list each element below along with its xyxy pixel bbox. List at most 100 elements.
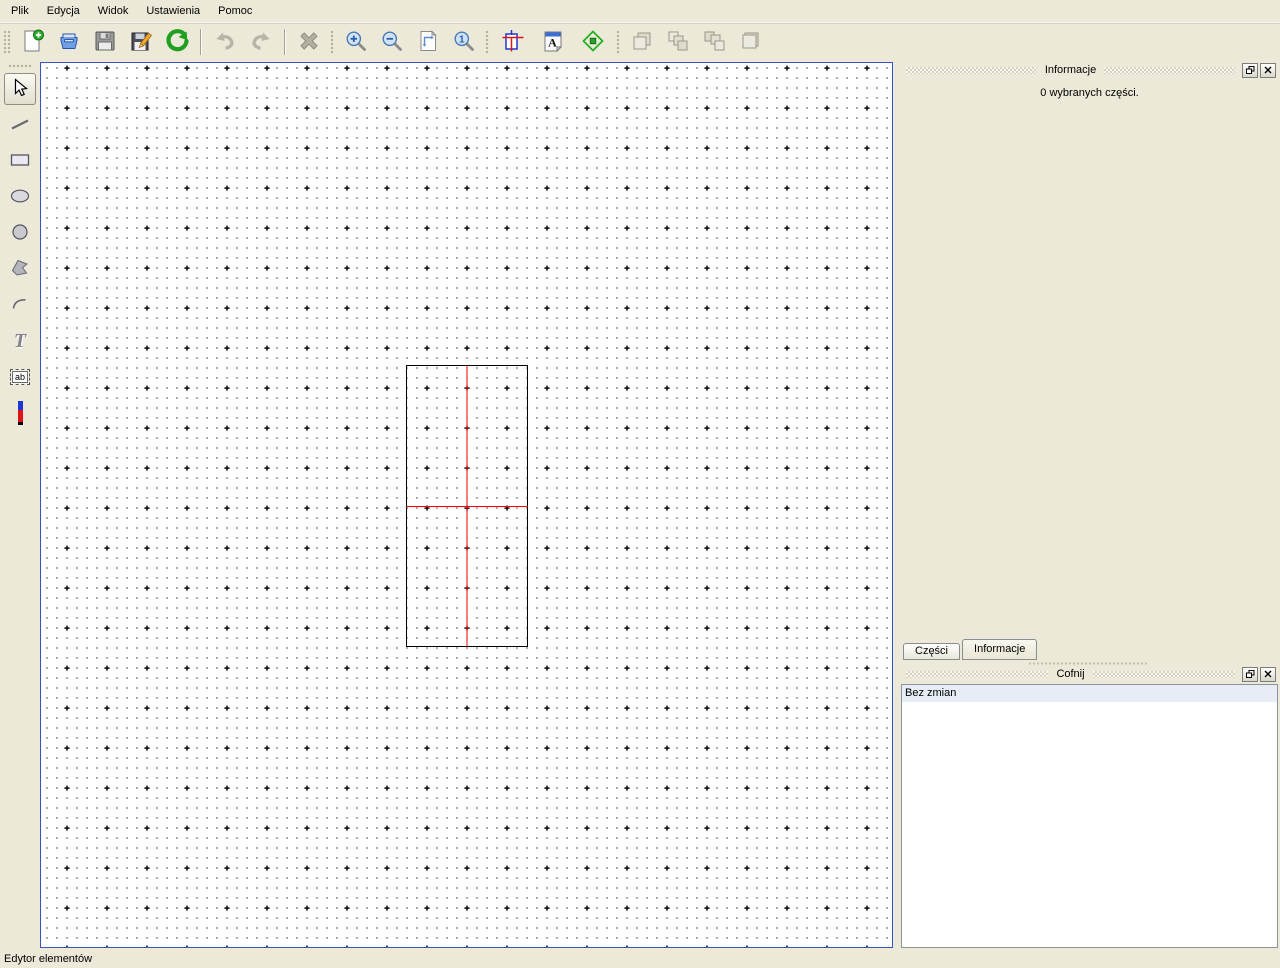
dock-handle-texture <box>906 671 1048 678</box>
tool-palette: T ab <box>3 62 37 433</box>
tab-czesci[interactable]: Części <box>903 643 960 660</box>
undo-list-item[interactable]: Bez zmian <box>902 685 1277 702</box>
float-icon <box>1246 670 1255 679</box>
zoom-reset-button[interactable]: 1 <box>448 26 480 58</box>
save-as-button[interactable] <box>125 26 157 58</box>
zoom-1-icon: 1 <box>452 29 476 56</box>
terminal-icon <box>18 401 23 425</box>
undo-icon <box>213 29 237 56</box>
reload-button[interactable] <box>161 26 193 58</box>
tool-arc[interactable] <box>4 289 36 321</box>
palette-grip[interactable] <box>8 64 32 69</box>
toolbar-grip[interactable] <box>330 30 334 54</box>
dock-tabbar: Części Informacje <box>903 638 1039 660</box>
raise-icon <box>630 29 654 56</box>
save-button[interactable] <box>89 26 121 58</box>
names-icon: A <box>541 29 565 56</box>
edit-dimensions-button[interactable] <box>497 26 529 58</box>
toolbar-grip[interactable] <box>3 30 11 54</box>
send-back-button <box>734 26 766 58</box>
undo-button <box>209 26 241 58</box>
hotspot-icon <box>581 29 605 56</box>
tool-terminal[interactable] <box>4 397 36 429</box>
undo-dock-title: Cofnij <box>1053 668 1087 680</box>
menu-pomoc[interactable]: Pomoc <box>209 2 261 20</box>
info-dock-title: Informacje <box>1042 64 1099 76</box>
zoom-in-button[interactable] <box>340 26 372 58</box>
tool-select[interactable] <box>4 73 36 105</box>
redo-icon <box>249 29 273 56</box>
tool-polygon[interactable] <box>4 253 36 285</box>
tool-ellipse[interactable] <box>4 181 36 213</box>
tool-circle[interactable] <box>4 217 36 249</box>
float-icon <box>1246 66 1255 75</box>
right-dock: Informacje 0 wybranych części. Części In… <box>901 62 1278 950</box>
undo-history-list[interactable]: Bez zmian <box>901 684 1278 948</box>
menu-plik[interactable]: Plik <box>2 2 38 20</box>
redo-button <box>245 26 277 58</box>
canvas-grid <box>41 63 892 947</box>
text-field-icon: ab <box>10 369 30 385</box>
reload-icon <box>165 29 189 56</box>
save-as-icon <box>129 29 153 56</box>
dock-handle-texture <box>1104 67 1235 74</box>
save-icon <box>93 29 117 56</box>
drawing-canvas[interactable] <box>40 62 893 948</box>
statusbar-text: Edytor elementów <box>4 953 92 965</box>
zoom-fit-button[interactable] <box>412 26 444 58</box>
menu-edycja[interactable]: Edycja <box>38 2 89 20</box>
circle-icon <box>9 221 31 246</box>
open-button[interactable] <box>53 26 85 58</box>
tool-text-field[interactable]: ab <box>4 361 36 393</box>
menu-widok[interactable]: Widok <box>89 2 138 20</box>
new-button[interactable] <box>17 26 49 58</box>
lower-icon <box>666 29 690 56</box>
info-dock-titlebar[interactable]: Informacje <box>901 62 1278 78</box>
cursor-arrow-icon <box>9 77 31 102</box>
new-document-icon <box>21 29 45 56</box>
polygon-icon <box>9 257 31 282</box>
bring-front-button <box>698 26 730 58</box>
rectangle-icon <box>9 149 31 174</box>
delete-button <box>293 26 325 58</box>
undo-dock-titlebar[interactable]: Cofnij <box>901 666 1278 682</box>
bring-front-icon <box>702 29 726 56</box>
statusbar: Edytor elementów <box>0 949 1280 968</box>
dock-handle-texture <box>906 67 1037 74</box>
zoom-out-button[interactable] <box>376 26 408 58</box>
tool-rectangle[interactable] <box>4 145 36 177</box>
toolbar-grip[interactable] <box>616 30 620 54</box>
tab-informacje[interactable]: Informacje <box>962 639 1037 660</box>
toolbar: 1 A <box>0 24 1280 60</box>
dock-handle-texture <box>1093 671 1235 678</box>
raise-button <box>626 26 658 58</box>
toolbar-grip[interactable] <box>485 30 489 54</box>
close-icon <box>1264 670 1272 678</box>
close-icon <box>1264 66 1272 74</box>
selection-info-text: 0 wybranych części. <box>901 87 1278 99</box>
dimensions-icon <box>501 29 525 56</box>
send-back-icon <box>738 29 762 56</box>
float-dock-button[interactable] <box>1242 63 1258 78</box>
close-dock-button[interactable] <box>1260 667 1276 682</box>
edit-hotspot-button[interactable] <box>577 26 609 58</box>
zoom-fit-icon <box>416 29 440 56</box>
open-icon <box>57 29 81 56</box>
text-icon: T <box>14 331 26 351</box>
svg-text:A: A <box>548 35 557 49</box>
line-icon <box>9 113 31 138</box>
dock-splitter-handle[interactable] <box>1028 662 1148 665</box>
float-dock-button[interactable] <box>1242 667 1258 682</box>
tool-line[interactable] <box>4 109 36 141</box>
arc-icon <box>9 293 31 318</box>
lower-button <box>662 26 694 58</box>
edit-names-button[interactable]: A <box>537 26 569 58</box>
toolbar-separator <box>284 29 286 55</box>
tool-text[interactable]: T <box>4 325 36 357</box>
delete-icon <box>297 29 321 56</box>
close-dock-button[interactable] <box>1260 63 1276 78</box>
menu-ustawienia[interactable]: Ustawienia <box>137 2 209 20</box>
zoom-in-icon <box>344 29 368 56</box>
zoom-out-icon <box>380 29 404 56</box>
ellipse-icon <box>9 185 31 210</box>
